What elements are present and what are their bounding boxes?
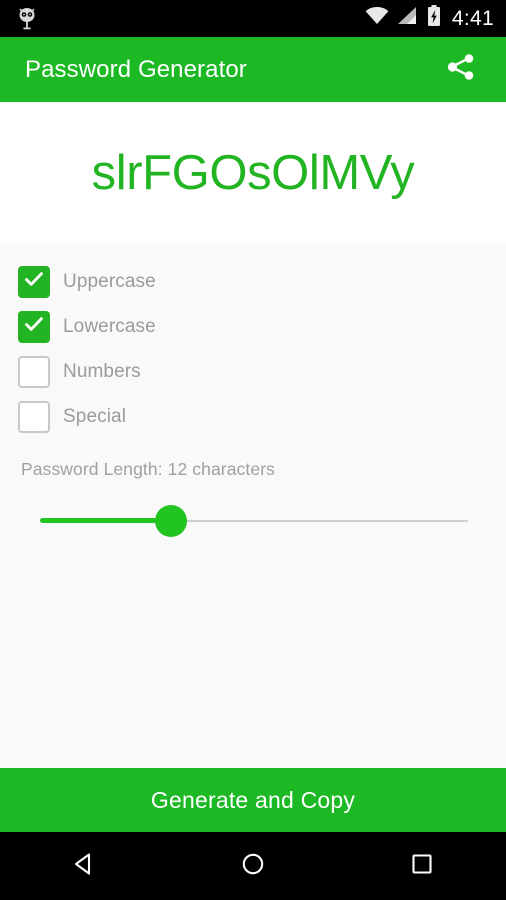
status-bar-icons: 4:41	[365, 5, 494, 32]
cellular-signal-icon	[397, 7, 418, 30]
checkbox-numbers[interactable]	[18, 355, 50, 388]
password-length-label: Password Length: 12 characters	[21, 459, 275, 479]
checkbox-label-lowercase: Lowercase	[63, 315, 156, 337]
options-panel: Uppercase Lowercase Numbers Special Pass…	[0, 243, 506, 768]
slider-track-fill	[40, 518, 171, 523]
generate-and-copy-button[interactable]: Generate and Copy	[0, 768, 506, 832]
check-icon	[23, 268, 45, 295]
checkbox-uppercase[interactable]	[18, 265, 50, 298]
checkbox-row-special[interactable]: Special	[18, 394, 488, 439]
owl-notification-icon	[16, 7, 38, 31]
generated-password-text: slrFGOsOlMVy	[91, 145, 415, 200]
slider-thumb[interactable]	[155, 505, 187, 537]
phone-screen: 4:41 Password Generator slrFGOsOlMVy Upp…	[0, 0, 506, 900]
checkbox-label-uppercase: Uppercase	[63, 270, 156, 292]
status-bar-clock: 4:41	[451, 7, 494, 30]
nav-recents-button[interactable]	[337, 832, 506, 900]
recents-square-icon	[408, 850, 436, 883]
checkbox-row-numbers[interactable]: Numbers	[18, 349, 488, 394]
battery-charging-icon	[427, 5, 441, 32]
checkbox-label-special: Special	[63, 405, 127, 427]
back-triangle-icon	[70, 850, 98, 883]
nav-back-button[interactable]	[0, 832, 169, 900]
status-bar-notifications	[16, 7, 365, 31]
nav-home-button[interactable]	[169, 832, 338, 900]
check-icon	[23, 313, 45, 340]
android-navigation-bar	[0, 832, 506, 900]
checkbox-lowercase[interactable]	[18, 310, 50, 343]
page-title: Password Generator	[25, 55, 247, 83]
app-bar: Password Generator	[0, 37, 506, 102]
password-length-slider[interactable]	[18, 504, 468, 538]
share-icon	[446, 52, 476, 87]
checkbox-row-uppercase[interactable]: Uppercase	[18, 259, 488, 304]
home-circle-icon	[239, 850, 267, 883]
share-button[interactable]	[438, 47, 484, 93]
checkbox-label-numbers: Numbers	[63, 360, 141, 382]
password-display-panel[interactable]: slrFGOsOlMVy	[0, 102, 506, 243]
status-bar: 4:41	[0, 0, 506, 37]
checkbox-special[interactable]	[18, 400, 50, 433]
wifi-icon	[365, 7, 389, 30]
checkbox-row-lowercase[interactable]: Lowercase	[18, 304, 488, 349]
